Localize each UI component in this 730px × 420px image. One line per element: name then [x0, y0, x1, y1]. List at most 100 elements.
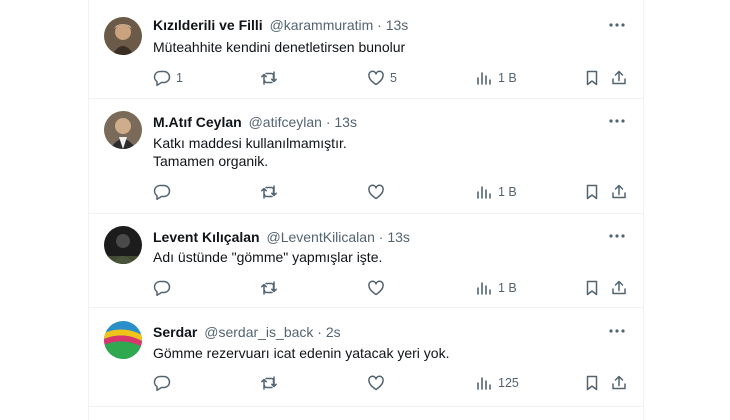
repost-icon [261, 71, 277, 85]
author-handle[interactable]: @serdar_is_back [204, 324, 313, 340]
tweet[interactable]: Levent Kılıçalan @LeventKilicalan · 13s … [89, 214, 643, 308]
heart-icon [368, 375, 384, 391]
heart-icon [368, 280, 384, 296]
like-button[interactable] [367, 278, 390, 298]
tweet-text: Gömme rezervuarı icat edenin yatacak yer… [153, 344, 449, 362]
timestamp[interactable]: 2s [326, 324, 341, 340]
analytics-icon [477, 377, 491, 390]
views-button[interactable]: 1 B [475, 278, 517, 298]
tweet[interactable]: Kızılderili ve Filli @karammuratim · 13s… [89, 0, 643, 99]
heart-icon [368, 184, 384, 200]
share-icon [612, 184, 626, 199]
tweet[interactable]: Serdar @serdar_is_back · 2s Gömme rezerv… [89, 308, 643, 407]
repost-icon [261, 185, 277, 199]
tweet-text-line: Adı üstünde "gömme" yapmışlar işte. [153, 249, 383, 265]
reply-icon [153, 375, 171, 392]
share-button[interactable] [610, 68, 628, 88]
tweet-header: Serdar @serdar_is_back · 2s [153, 323, 341, 341]
timestamp[interactable]: 13s [334, 114, 357, 130]
separator-dot: · [378, 229, 384, 245]
separator-dot: · [377, 17, 382, 33]
bookmark-icon [586, 70, 598, 86]
action-bar: 125 [153, 373, 633, 393]
tweet[interactable]: M.Atıf Ceylan @atifceylan · 13s Katkı ma… [89, 99, 643, 214]
repost-icon [261, 376, 277, 390]
author-handle[interactable]: @LeventKilicalan [266, 229, 374, 245]
views-button[interactable]: 1 B [475, 68, 517, 88]
more-options-icon[interactable] [607, 111, 627, 131]
timeline: Kızılderili ve Filli @karammuratim · 13s… [88, 0, 644, 420]
bookmark-button[interactable] [583, 278, 601, 298]
reply-icon [153, 280, 171, 297]
analytics-icon [477, 186, 491, 199]
repost-button[interactable] [260, 68, 283, 88]
reply-button[interactable] [153, 373, 176, 393]
like-button[interactable] [367, 182, 390, 202]
avatar[interactable] [104, 111, 142, 149]
share-icon [612, 280, 626, 295]
repost-button[interactable] [260, 373, 283, 393]
author-handle[interactable]: @karammuratim [270, 17, 374, 33]
view-count: 1 B [498, 185, 517, 199]
separator-dot: · [317, 324, 322, 340]
author-name[interactable]: Serdar [153, 324, 197, 340]
like-count: 5 [390, 71, 397, 85]
view-count: 125 [498, 376, 519, 390]
view-count: 1 B [498, 71, 517, 85]
action-bar: 1 5 1 B [153, 68, 633, 88]
bookmark-button[interactable] [583, 68, 601, 88]
repost-button[interactable] [260, 278, 283, 298]
bookmark-icon [586, 184, 598, 200]
more-options-icon[interactable] [607, 15, 627, 35]
author-handle[interactable]: @atifceylan [249, 114, 322, 130]
timestamp[interactable]: 13s [387, 229, 410, 245]
view-count: 1 B [498, 281, 517, 295]
separator-dot: · [325, 114, 331, 130]
reply-icon [153, 70, 171, 87]
author-name[interactable]: M.Atıf Ceylan [153, 114, 242, 130]
share-icon [612, 70, 626, 85]
tweet-header: M.Atıf Ceylan @atifceylan · 13s [153, 113, 357, 131]
repost-icon [261, 281, 277, 295]
reply-button[interactable]: 1 [153, 68, 183, 88]
action-bar: 1 B [153, 278, 633, 298]
author-name[interactable]: Levent Kılıçalan [153, 229, 260, 245]
like-button[interactable]: 5 [367, 68, 397, 88]
analytics-icon [477, 282, 491, 295]
repost-button[interactable] [260, 182, 283, 202]
tweet-text: Müteahhite kendini denetletirsen bunolur [153, 38, 405, 56]
share-button[interactable] [610, 278, 628, 298]
tweet-text: Katkı maddesi kullanılmamıştır. Tamamen … [153, 134, 347, 170]
share-button[interactable] [610, 373, 628, 393]
reply-icon [153, 184, 171, 201]
reply-button[interactable] [153, 278, 176, 298]
like-button[interactable] [367, 373, 390, 393]
bookmark-icon [586, 280, 598, 296]
more-options-icon[interactable] [607, 321, 627, 341]
views-button[interactable]: 1 B [475, 182, 517, 202]
tweet-header: Levent Kılıçalan @LeventKilicalan · 13s [153, 228, 410, 246]
author-name[interactable]: Kızılderili ve Filli [153, 17, 263, 33]
bookmark-button[interactable] [583, 182, 601, 202]
avatar[interactable] [104, 226, 142, 264]
views-button[interactable]: 125 [475, 373, 519, 393]
tweet-text-line: Tamamen organik. [153, 153, 269, 169]
tweet-text: Adı üstünde "gömme" yapmışlar işte. [153, 248, 382, 266]
avatar[interactable] [104, 321, 142, 359]
analytics-icon [477, 72, 491, 85]
tweet-text-line: Katkı maddesi kullanılmamıştır. [153, 135, 347, 151]
heart-icon [368, 70, 384, 86]
tweet-header: Kızılderili ve Filli @karammuratim · 13s [153, 16, 408, 34]
share-icon [612, 375, 626, 390]
tweet-text-line: Gömme rezervuarı icat edenin yatacak yer… [153, 345, 450, 361]
timestamp[interactable]: 13s [386, 17, 409, 33]
avatar[interactable] [104, 17, 142, 55]
more-options-icon[interactable] [607, 226, 627, 246]
action-bar: 1 B [153, 182, 633, 202]
bookmark-button[interactable] [583, 373, 601, 393]
reply-button[interactable] [153, 182, 176, 202]
tweet-text-line: Müteahhite kendini denetletirsen bunolur [153, 39, 406, 55]
bookmark-icon [586, 375, 598, 391]
share-button[interactable] [610, 182, 628, 202]
reply-count: 1 [176, 71, 183, 85]
